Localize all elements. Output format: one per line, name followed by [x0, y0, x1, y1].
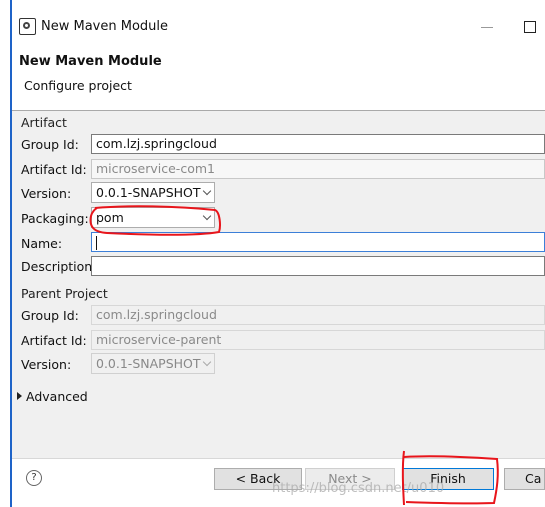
- maximize-icon[interactable]: [524, 21, 536, 33]
- group-id-label: Group Id:: [21, 137, 79, 152]
- parent-artifact-id-label: Artifact Id:: [21, 333, 87, 348]
- advanced-toggle[interactable]: Advanced: [26, 389, 88, 404]
- help-icon[interactable]: ?: [26, 470, 42, 486]
- version-select[interactable]: 0.0.1-SNAPSHOT: [91, 182, 215, 203]
- eclipse-gear-icon: [19, 18, 36, 35]
- window-title: New Maven Module: [41, 19, 169, 34]
- expand-arrow-icon[interactable]: [17, 392, 22, 400]
- red-annotation-packaging: [89, 205, 221, 236]
- parent-section-label: Parent Project: [21, 286, 108, 301]
- minimize-icon[interactable]: [481, 27, 493, 28]
- parent-artifact-id-input: microservice-parent: [91, 330, 545, 350]
- name-label: Name:: [21, 236, 63, 251]
- parent-group-id-label: Group Id:: [21, 308, 79, 323]
- wizard-header: [12, 42, 545, 110]
- artifact-id-label: Artifact Id:: [21, 162, 87, 177]
- page-title: New Maven Module: [19, 54, 162, 69]
- description-label: Description:: [21, 259, 97, 274]
- version-value: 0.0.1-SNAPSHOT: [96, 185, 201, 200]
- parent-version-label: Version:: [21, 357, 72, 372]
- group-id-input[interactable]: com.lzj.springcloud: [91, 134, 545, 154]
- red-annotation-finish: [401, 450, 499, 506]
- artifact-section-label: Artifact: [21, 115, 67, 130]
- page-subtitle: Configure project: [24, 78, 132, 93]
- parent-version-value: 0.0.1-SNAPSHOT: [96, 356, 201, 371]
- description-input[interactable]: [91, 256, 545, 276]
- parent-version-select: 0.0.1-SNAPSHOT: [91, 353, 215, 374]
- parent-group-id-input: com.lzj.springcloud: [91, 305, 545, 325]
- artifact-id-input[interactable]: microservice-com1: [91, 159, 545, 179]
- cancel-button[interactable]: Ca: [504, 468, 545, 490]
- packaging-label: Packaging:: [21, 211, 89, 226]
- chevron-down-icon: [202, 357, 212, 367]
- version-label: Version:: [21, 186, 72, 201]
- chevron-down-icon: [202, 186, 212, 196]
